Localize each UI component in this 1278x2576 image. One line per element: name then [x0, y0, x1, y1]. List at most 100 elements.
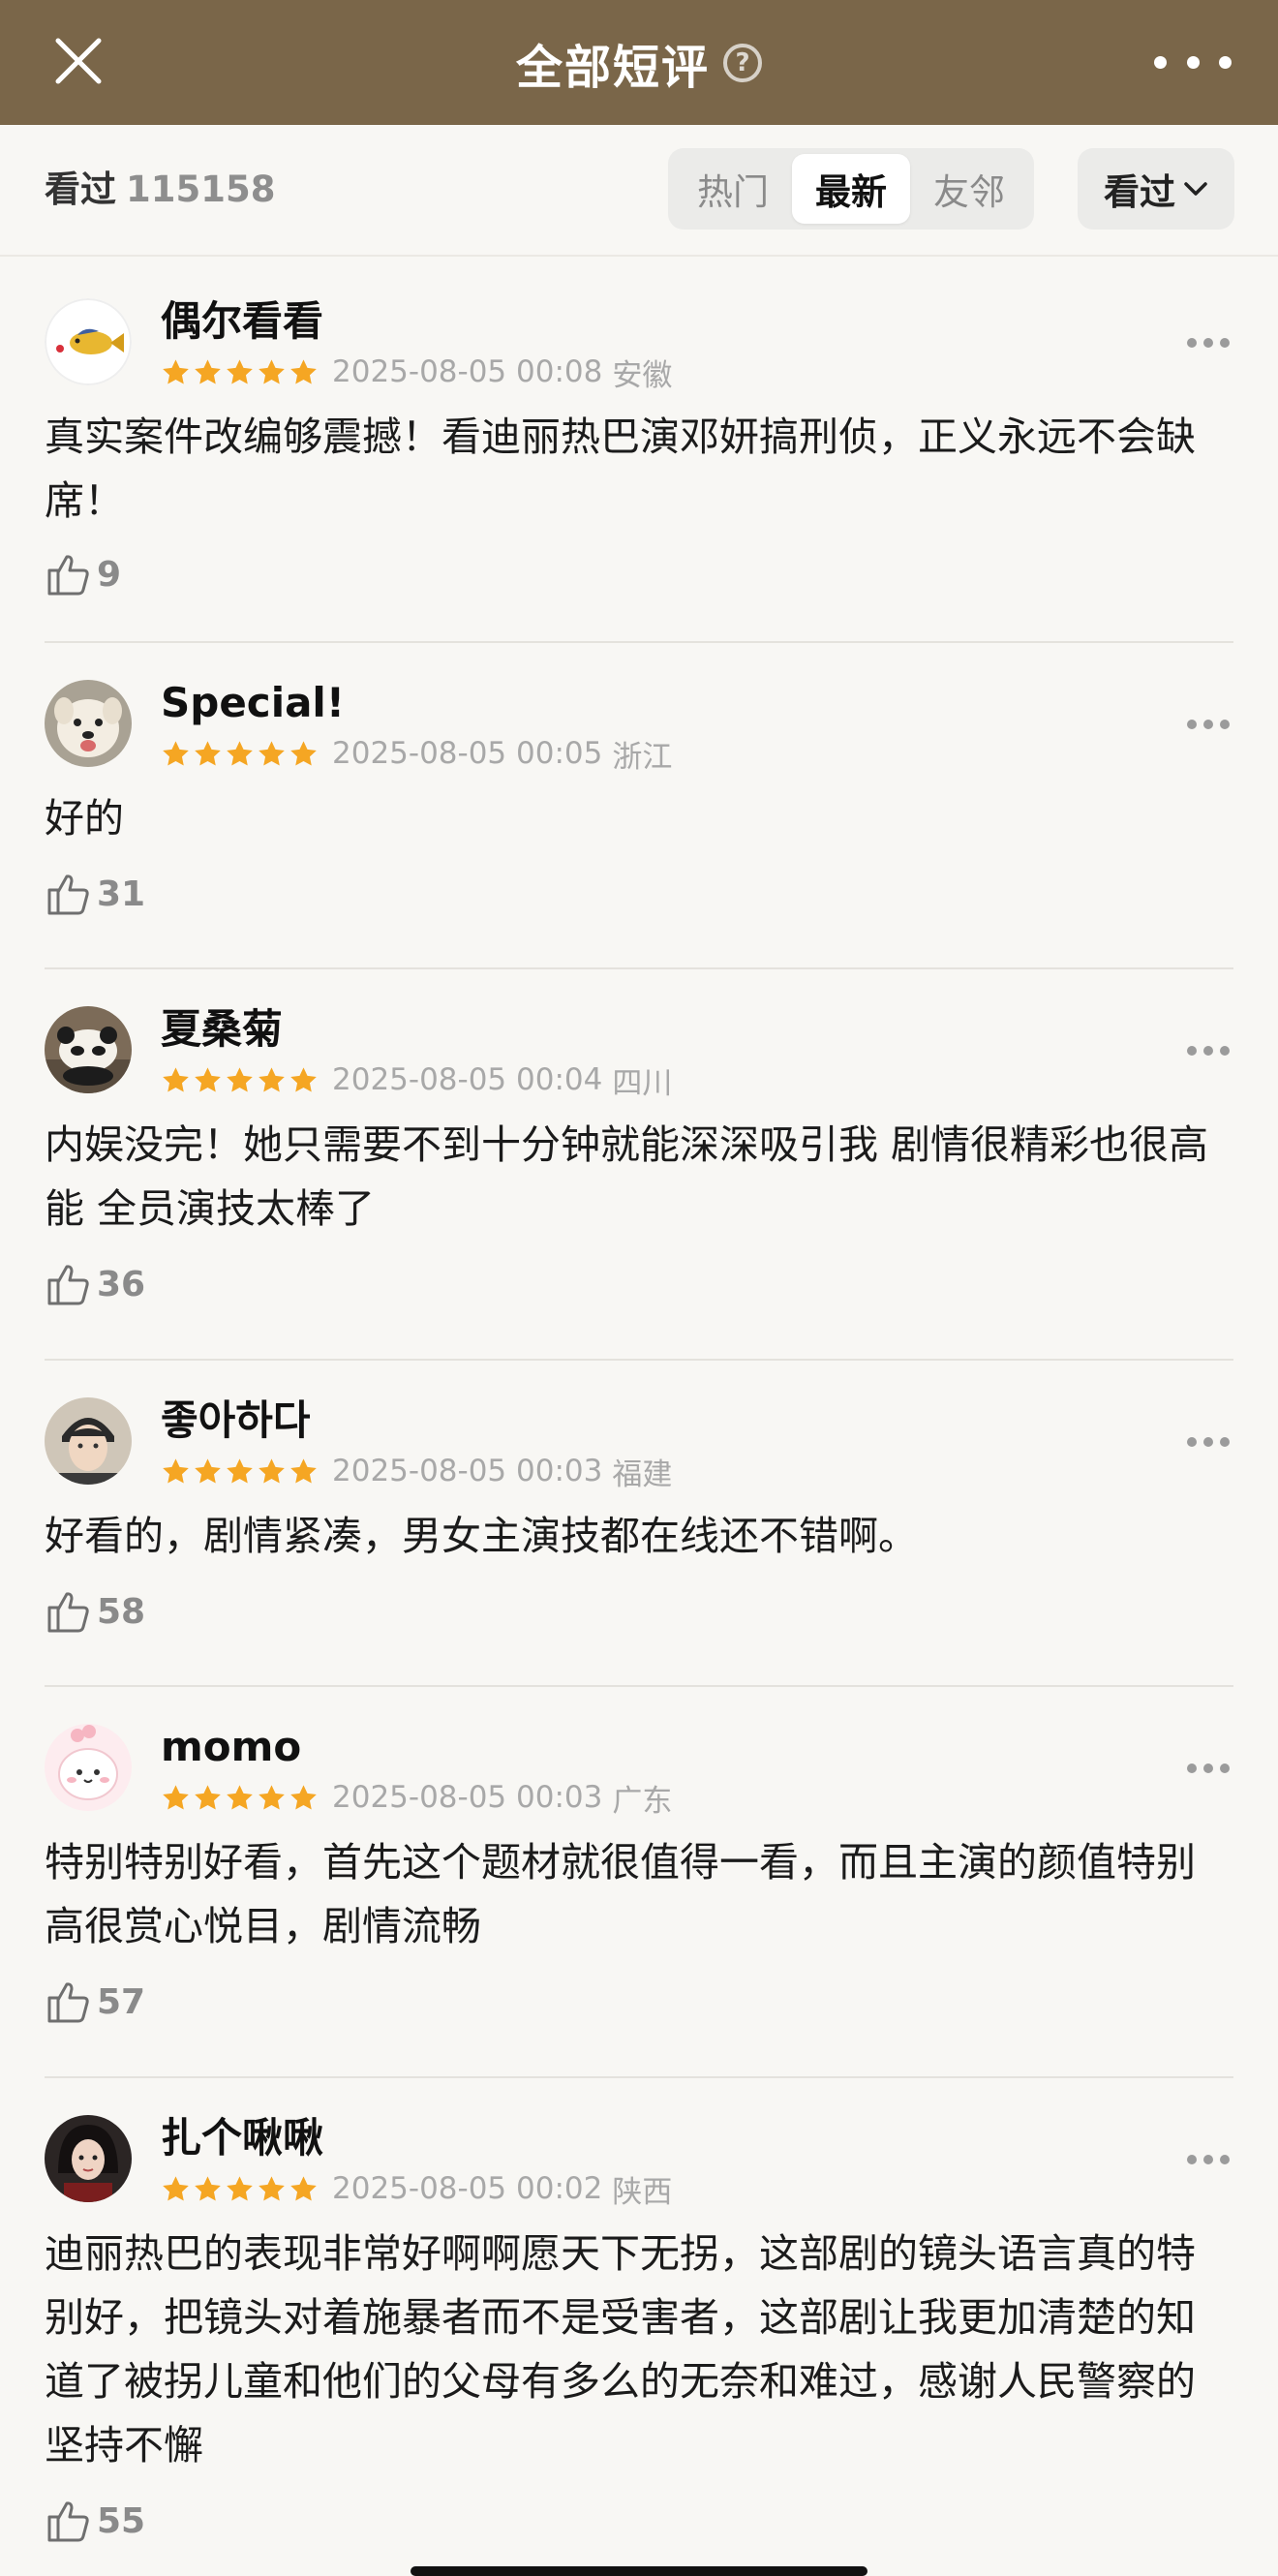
star-icon — [227, 1066, 253, 1092]
star-icon — [290, 1457, 317, 1484]
star-icon — [195, 358, 221, 384]
like-button[interactable]: 57 — [45, 1976, 145, 2028]
girl-avatar[interactable] — [45, 2115, 132, 2202]
star-icon — [259, 2175, 285, 2201]
dot — [1187, 1437, 1197, 1447]
more-options-button[interactable] — [1154, 43, 1232, 81]
tab-latest[interactable]: 最新 — [792, 154, 910, 224]
comment-date: 2025-08-05 00:05 — [332, 736, 603, 771]
like-button[interactable]: 55 — [45, 2495, 145, 2547]
star-icon — [163, 1784, 189, 1810]
dot — [1220, 720, 1230, 729]
comment-more-button[interactable] — [1187, 335, 1230, 351]
star-icon — [163, 2175, 189, 2201]
comment-date: 2025-08-05 00:02 — [332, 2171, 603, 2206]
star-icon — [163, 1066, 189, 1092]
like-button[interactable]: 36 — [45, 1258, 145, 1310]
thumbs-up-icon — [47, 2501, 89, 2542]
seen-count-value: 115158 — [126, 169, 276, 210]
dot — [1187, 1763, 1197, 1773]
star-icon — [259, 1784, 285, 1810]
username[interactable]: Special! — [161, 678, 345, 728]
comment-item: 扎个啾啾 2025-08-05 00:02 陕西 迪丽热巴的表现非常好啊啊愿天下… — [45, 2078, 1233, 2542]
comment-text: 好看的，剧情紧凑，男女主演技都在线还不错啊。 — [45, 1513, 918, 1559]
comment-more-button[interactable] — [1187, 1043, 1230, 1058]
star-icon — [290, 1066, 317, 1092]
comment-more-button[interactable] — [1187, 1434, 1230, 1450]
dot — [1186, 55, 1200, 69]
username[interactable]: 扎个啾啾 — [161, 2113, 323, 2163]
comment-date: 2025-08-05 00:08 — [332, 354, 603, 389]
home-indicator[interactable] — [411, 2566, 867, 2576]
star-icon — [259, 1066, 285, 1092]
star-icon — [227, 1784, 253, 1810]
star-icon — [227, 1457, 253, 1484]
watched-status-dropdown[interactable]: 看过 — [1078, 148, 1234, 230]
comment-date: 2025-08-05 00:04 — [332, 1062, 603, 1097]
tab-hot[interactable]: 热门 — [674, 154, 792, 224]
comment-text: 真实案件改编够震撼！看迪丽热巴演邓妍搞刑侦，正义永远不会缺席！ — [45, 414, 1196, 524]
comment-meta: 2025-08-05 00:03 福建 — [161, 1454, 672, 1492]
like-button[interactable]: 9 — [45, 548, 121, 600]
person-avatar[interactable] — [45, 1397, 132, 1485]
star-icon — [227, 2175, 253, 2201]
dot — [1203, 2155, 1213, 2164]
dot — [1187, 338, 1197, 348]
comment-item: 偶尔看看 2025-08-05 00:08 安徽 真实案件改编够震撼！看迪丽热巴… — [45, 261, 1233, 643]
comment-date: 2025-08-05 00:03 — [332, 1780, 603, 1815]
dot — [1187, 1046, 1197, 1056]
like-count: 36 — [97, 1264, 146, 1304]
star-icon — [227, 358, 253, 384]
dot — [1203, 1046, 1213, 1056]
thumbs-up-icon — [47, 874, 89, 915]
username[interactable]: momo — [161, 1722, 301, 1772]
username[interactable]: 偶尔看看 — [161, 296, 323, 347]
like-count: 58 — [97, 1591, 146, 1632]
dot — [1203, 338, 1213, 348]
thumbs-up-icon — [47, 1265, 89, 1305]
like-button[interactable]: 58 — [45, 1585, 145, 1638]
dot — [1220, 1437, 1230, 1447]
comment-location: 广东 — [612, 1783, 673, 1819]
fish-avatar[interactable] — [45, 298, 132, 385]
star-icon — [259, 358, 285, 384]
star-rating — [161, 1457, 319, 1487]
like-count: 57 — [97, 1981, 146, 2022]
chevron-down-icon — [1184, 182, 1207, 196]
star-icon — [195, 2175, 221, 2201]
cartoon-avatar[interactable] — [45, 1724, 132, 1811]
comment-list: 偶尔看看 2025-08-05 00:08 安徽 真实案件改编够震撼！看迪丽热巴… — [45, 261, 1233, 2542]
panda-avatar[interactable] — [45, 1006, 132, 1093]
page-title: 全部短评 — [515, 41, 710, 95]
comment-more-button[interactable] — [1187, 2152, 1230, 2167]
username[interactable]: 夏桑菊 — [161, 1004, 283, 1055]
comment-item: 좋아하다 2025-08-05 00:03 福建 好看的，剧情紧凑，男女主演技都… — [45, 1361, 1233, 1687]
seen-count-label: 看过 — [45, 169, 116, 210]
comment-item: Special! 2025-08-05 00:05 浙江 好的 31 — [45, 643, 1233, 969]
star-icon — [163, 358, 189, 384]
dropdown-label: 看过 — [1104, 171, 1175, 213]
comment-meta: 2025-08-05 00:05 浙江 — [161, 736, 672, 775]
sort-segmented-control: 热门 最新 友邻 — [668, 148, 1034, 230]
comment-meta: 2025-08-05 00:04 四川 — [161, 1062, 672, 1101]
dot — [1220, 338, 1230, 348]
dot — [1220, 1046, 1230, 1056]
comment-text: 好的 — [45, 795, 124, 842]
comment-text: 迪丽热巴的表现非常好啊啊愿天下无拐，这部剧的镜头语言真的特别好，把镜头对着施暴者… — [45, 2230, 1196, 2469]
like-button[interactable]: 31 — [45, 868, 145, 920]
dot — [1203, 720, 1213, 729]
tab-friends[interactable]: 友邻 — [910, 154, 1028, 224]
title-group: 全部短评 ? — [0, 27, 1278, 99]
help-icon[interactable]: ? — [723, 44, 762, 82]
comment-location: 陕西 — [612, 2174, 673, 2210]
thumbs-up-icon — [47, 1592, 89, 1633]
dog-avatar[interactable] — [45, 680, 132, 767]
star-rating — [161, 357, 319, 387]
dot — [1203, 1437, 1213, 1447]
comment-more-button[interactable] — [1187, 1761, 1230, 1776]
filter-bar: 看过 115158 热门 最新 友邻 看过 — [0, 125, 1278, 257]
username[interactable]: 좋아하다 — [161, 1395, 311, 1446]
comment-more-button[interactable] — [1187, 717, 1230, 732]
comment-meta: 2025-08-05 00:08 安徽 — [161, 354, 672, 393]
top-navigation-bar: 全部短评 ? — [0, 0, 1278, 125]
